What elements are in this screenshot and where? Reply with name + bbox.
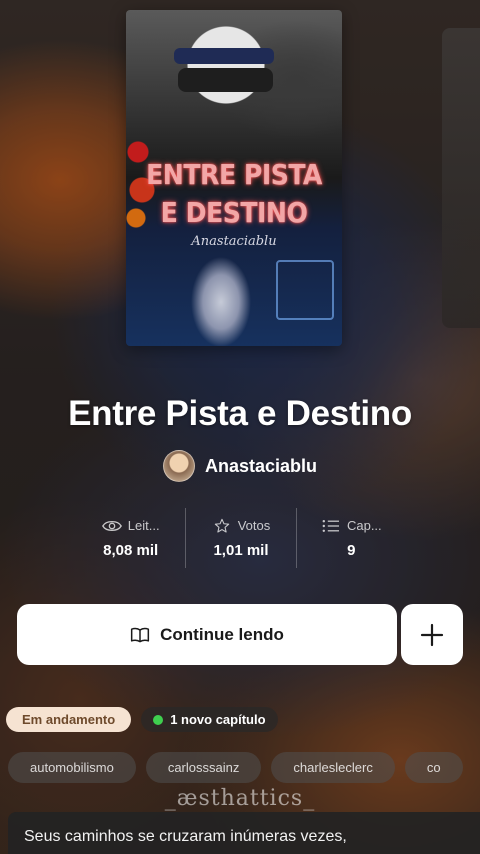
author-name[interactable]: Anastaciablu xyxy=(205,456,317,477)
stat-chapters-value: 9 xyxy=(347,541,356,559)
continue-reading-button[interactable]: Continue lendo xyxy=(17,604,397,665)
stat-chapters-label: Cap... xyxy=(346,518,382,533)
cover-figure xyxy=(166,252,266,346)
new-chapter-label: 1 novo capítulo xyxy=(170,712,266,727)
stat-chapters[interactable]: Cap... 9 xyxy=(297,508,406,568)
status-badge: Em andamento xyxy=(6,707,132,732)
tag-list: automobilismo carlosssainz charleslecler… xyxy=(8,752,480,783)
avatar[interactable] xyxy=(162,450,195,482)
story-description[interactable]: Seus caminhos se cruzaram inúmeras vezes… xyxy=(8,812,480,854)
story-cover[interactable]: ENTRE PISTA E DESTINO Anastaciablu xyxy=(126,10,342,346)
new-chapter-badge: 1 novo capítulo xyxy=(141,707,278,732)
tag-chip[interactable]: automobilismo xyxy=(8,752,136,783)
list-icon xyxy=(322,519,339,532)
green-dot-icon xyxy=(153,714,164,725)
cover-title-line1: ENTRE PISTA xyxy=(146,158,322,191)
stat-reads-label: Leit... xyxy=(127,518,160,533)
next-story-card-peek[interactable] xyxy=(442,28,480,328)
tag-chip[interactable]: carlosssainz xyxy=(145,752,262,783)
author-row[interactable]: Anastaciablu xyxy=(0,450,480,482)
status-badges: Em andamento 1 novo capítulo xyxy=(6,707,278,732)
tag-chip[interactable]: charlesleclerc xyxy=(271,752,395,783)
stat-votes: Votos 1,01 mil xyxy=(186,508,297,568)
cover-author: Anastaciablu xyxy=(191,234,277,249)
cover-title-line2: E DESTINO xyxy=(160,196,308,229)
cover-helmet-band xyxy=(174,48,274,64)
story-title: Entre Pista e Destino xyxy=(68,394,412,433)
cover-helmet-visor xyxy=(178,68,273,92)
stat-reads-value: 8,08 mil xyxy=(103,541,159,559)
stat-votes-value: 1,01 mil xyxy=(213,541,269,559)
cover-screen xyxy=(276,260,334,320)
stat-votes-label: Votos xyxy=(237,518,271,533)
plus-icon xyxy=(420,623,444,646)
book-icon xyxy=(131,627,150,642)
eye-icon xyxy=(101,520,122,531)
watermark: _æsthattics_ xyxy=(164,786,316,811)
continue-reading-label: Continue lendo xyxy=(160,624,284,644)
star-icon xyxy=(214,518,229,533)
add-to-library-button[interactable] xyxy=(401,604,463,665)
story-stats: Leit... 8,08 mil Votos 1,01 mil Cap... 9 xyxy=(76,508,406,568)
tag-chip[interactable]: co xyxy=(404,752,463,783)
stat-reads: Leit... 8,08 mil xyxy=(76,508,187,568)
